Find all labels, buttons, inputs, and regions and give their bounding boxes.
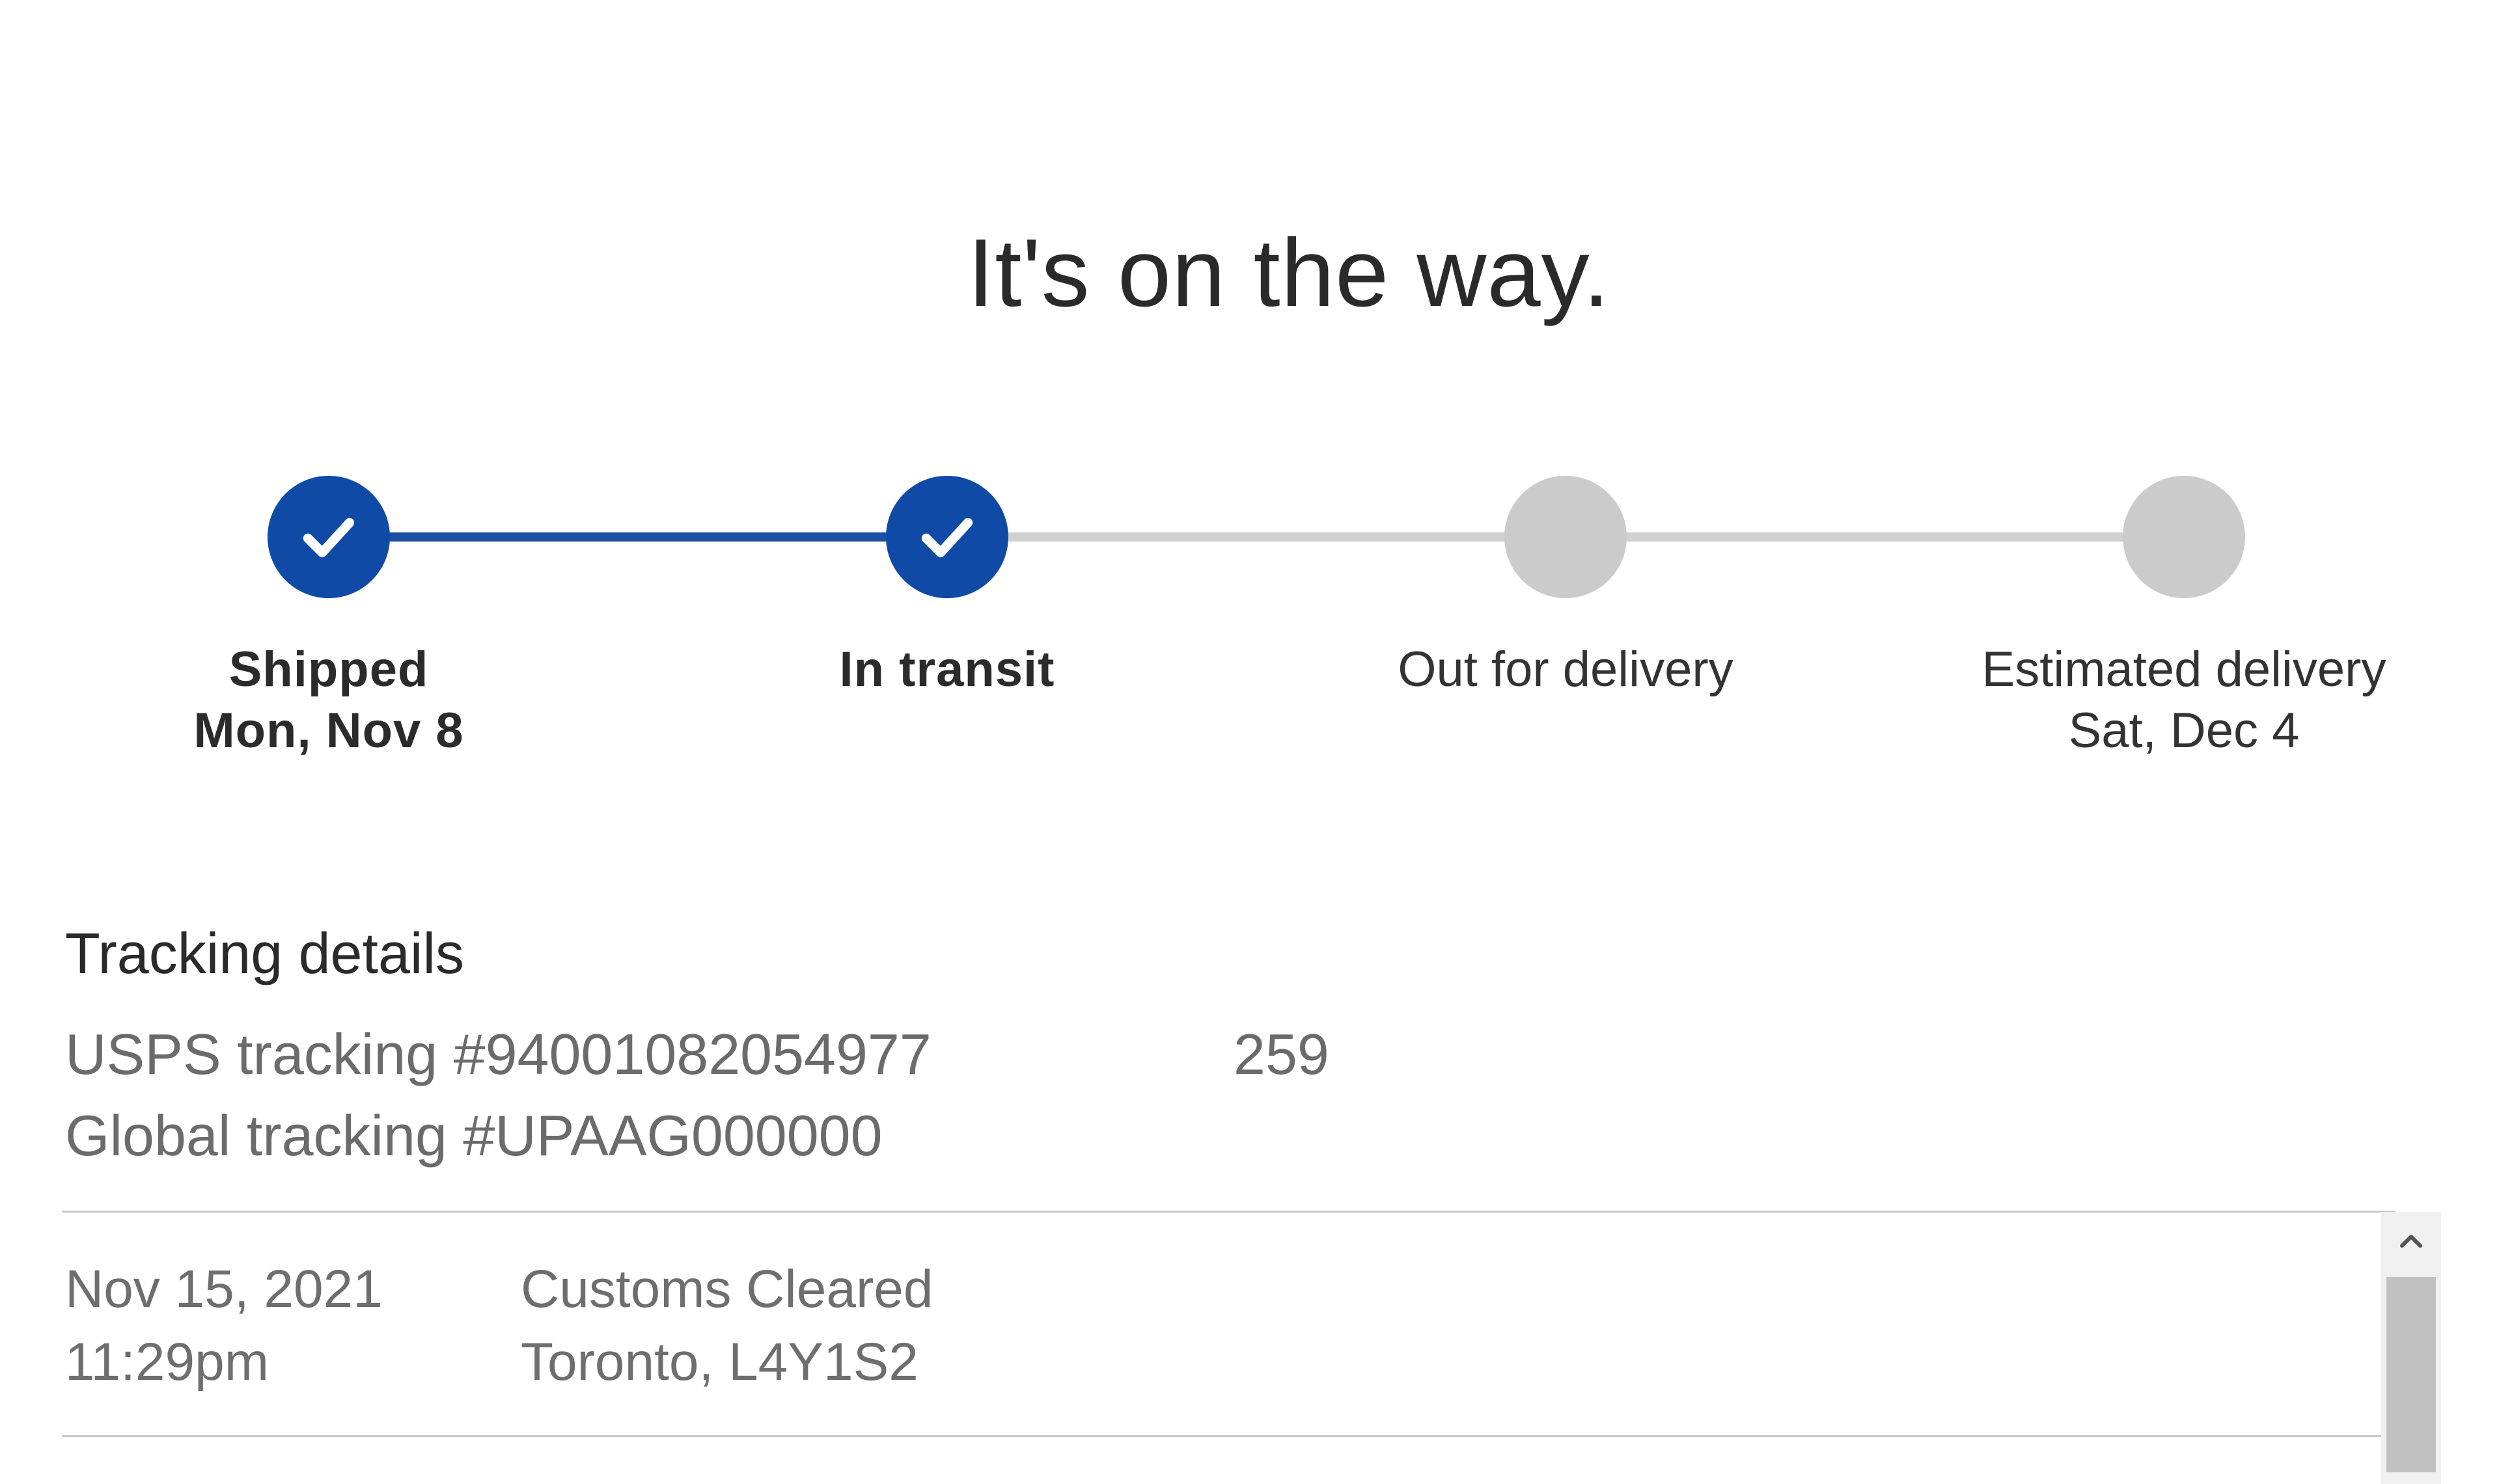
step-label-text: Shipped [228, 642, 429, 697]
event-time: 11:29pm [65, 1332, 269, 1392]
step-in-transit-dot [886, 476, 1008, 598]
progress-line-completed [329, 532, 947, 542]
chevron-up-icon [2400, 1235, 2422, 1248]
events-scrollbar[interactable] [2381, 1212, 2441, 1484]
scroll-up-button[interactable] [2381, 1212, 2441, 1272]
step-date: Sat, Dec 4 [2068, 703, 2300, 758]
check-icon [921, 517, 973, 558]
global-tracking-number[interactable]: Global tracking #UPAAG000000 [65, 1100, 883, 1172]
usps-tracking-suffix: 259 [1234, 1022, 1329, 1086]
event-datetime: Nov 15, 2021 11:29pm [65, 1253, 383, 1399]
divider [62, 1211, 2395, 1213]
step-label-text: Out for delivery [1398, 642, 1733, 697]
event-date: Nov 15, 2021 [65, 1259, 383, 1319]
step-out-for-delivery-label: Out for delivery [1318, 639, 1813, 700]
event-details: Customs Cleared Toronto, L4Y1S2 [521, 1253, 933, 1399]
event-location: Toronto, L4Y1S2 [521, 1332, 918, 1392]
step-shipped-dot [268, 476, 390, 598]
check-icon [303, 517, 355, 558]
section-title: Tracking details [65, 921, 464, 985]
step-shipped-label: Shipped Mon, Nov 8 [81, 639, 576, 762]
step-label-text: In transit [839, 642, 1055, 697]
scroll-thumb[interactable] [2386, 1277, 2436, 1472]
step-in-transit-label: In transit [700, 639, 1194, 700]
step-estimated-delivery-label: Estimated delivery Sat, Dec 4 [1937, 639, 2431, 762]
step-date: Mon, Nov 8 [193, 703, 464, 758]
event-status: Customs Cleared [521, 1259, 933, 1319]
usps-tracking-number[interactable]: USPS tracking #94001082054977 [65, 1019, 932, 1090]
step-estimated-delivery-dot [2123, 476, 2245, 598]
step-label-text: Estimated delivery [1981, 642, 2386, 697]
divider [62, 1435, 2395, 1437]
headline: It's on the way. [967, 219, 1610, 327]
step-out-for-delivery-dot [1504, 476, 1627, 598]
